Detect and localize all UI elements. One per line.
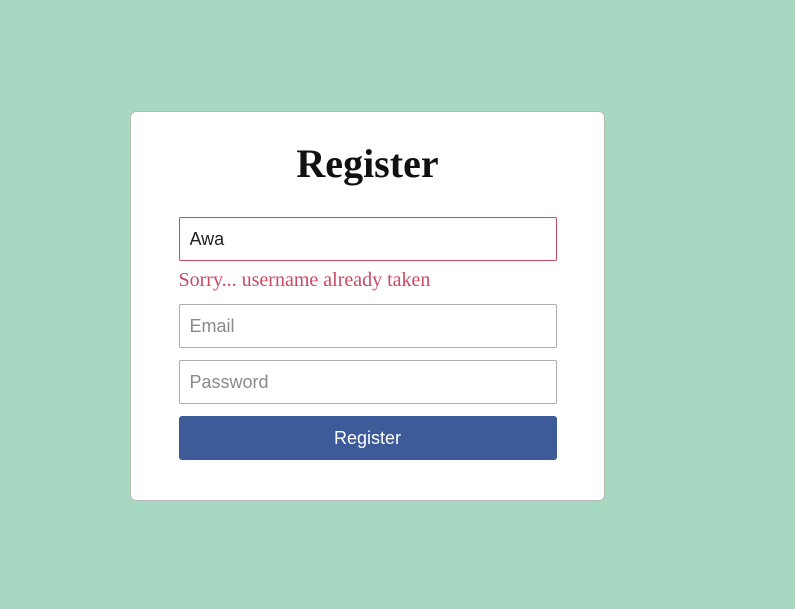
form-title: Register xyxy=(131,140,604,187)
password-row xyxy=(179,360,557,404)
username-row xyxy=(179,217,557,261)
password-input[interactable] xyxy=(179,360,557,404)
email-row xyxy=(179,304,557,348)
username-input[interactable] xyxy=(179,217,557,261)
register-card: Register Sorry... username already taken… xyxy=(130,111,605,501)
email-input[interactable] xyxy=(179,304,557,348)
register-form: Sorry... username already taken Register xyxy=(179,217,557,460)
register-button[interactable]: Register xyxy=(179,416,557,460)
username-error: Sorry... username already taken xyxy=(179,269,557,292)
